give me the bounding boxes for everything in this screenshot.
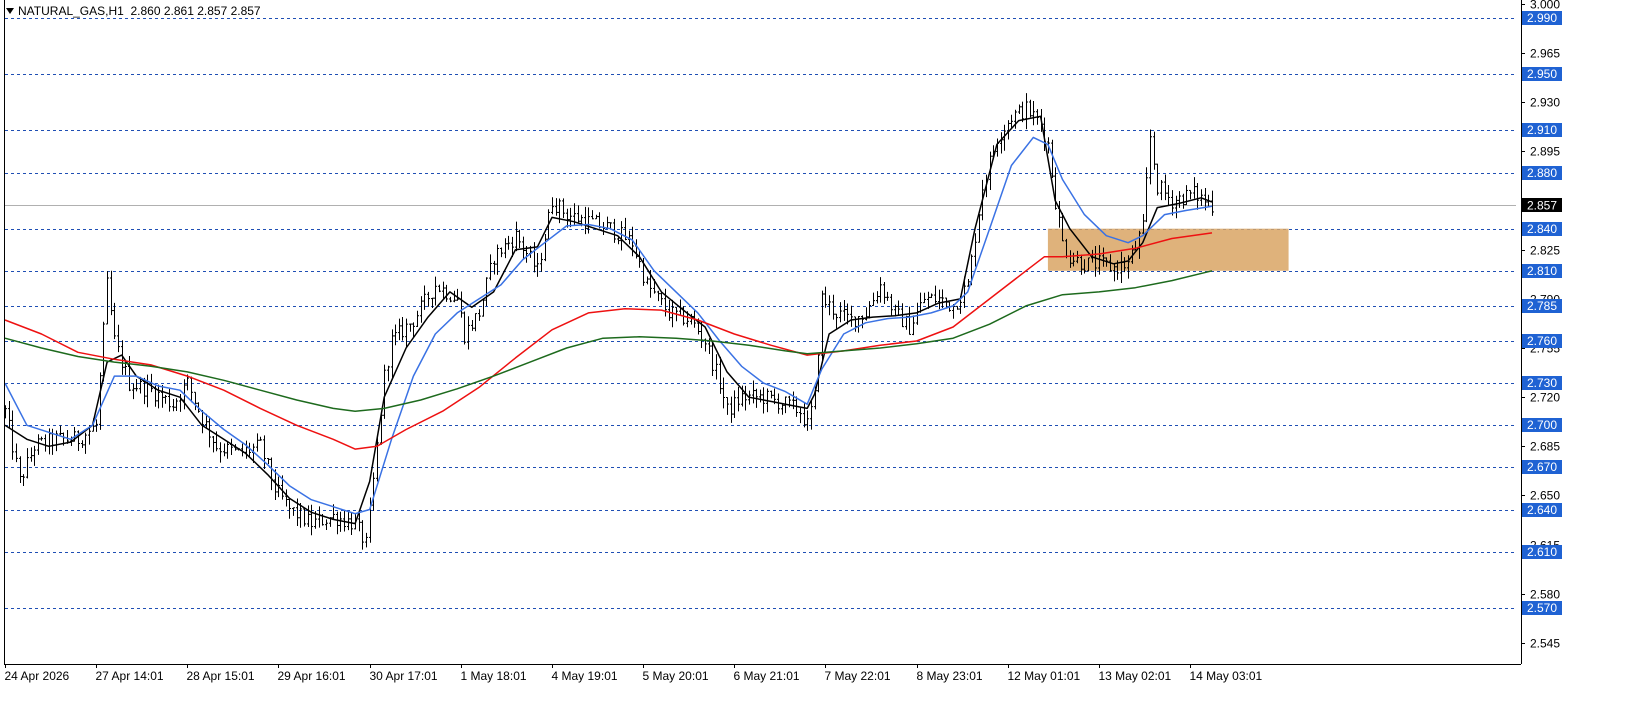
level-label: 2.640 (1522, 503, 1562, 517)
y-tick-label: 2.720 (1530, 391, 1560, 405)
svg-text:2.840: 2.840 (1527, 222, 1557, 236)
level-label: 2.910 (1522, 123, 1562, 137)
y-tick-label: 2.825 (1530, 244, 1560, 258)
svg-text:2.670: 2.670 (1527, 460, 1557, 474)
level-label: 2.950 (1522, 67, 1562, 81)
x-tick-label: 14 May 03:01 (1190, 669, 1263, 683)
x-tick-label: 8 May 23:01 (917, 669, 983, 683)
level-label: 2.700 (1522, 418, 1562, 432)
svg-text:2.700: 2.700 (1527, 418, 1557, 432)
level-label: 2.730 (1522, 376, 1562, 390)
current-price-label: 2.857 (1522, 198, 1562, 213)
x-tick-label: 27 Apr 14:01 (96, 669, 164, 683)
svg-text:2.810: 2.810 (1527, 264, 1557, 278)
current-price-tag: 2.857 (1522, 198, 1562, 213)
svg-text:2.760: 2.760 (1527, 334, 1557, 348)
level-label: 2.760 (1522, 334, 1562, 348)
svg-text:2.730: 2.730 (1527, 376, 1557, 390)
chart-header[interactable]: NATURAL_GAS,H1 2.860 2.861 2.857 2.857 (6, 4, 261, 18)
price-chart: 3.0002.9652.9302.8952.8252.7902.7552.720… (0, 0, 1641, 719)
y-tick-label: 2.650 (1530, 489, 1560, 503)
y-tick-label: 2.545 (1530, 637, 1560, 651)
svg-text:2.880: 2.880 (1527, 166, 1557, 180)
x-tick-label: 5 May 20:01 (643, 669, 709, 683)
y-tick-label: 2.685 (1530, 440, 1560, 454)
x-tick-label: 30 Apr 17:01 (370, 669, 438, 683)
level-label: 2.570 (1522, 601, 1562, 615)
symbol-label: NATURAL_GAS,H1 (18, 4, 124, 18)
x-tick-label: 1 May 18:01 (461, 669, 527, 683)
x-tick-label: 7 May 22:01 (825, 669, 891, 683)
level-label: 2.785 (1522, 299, 1562, 313)
svg-text:2.910: 2.910 (1527, 123, 1557, 137)
dropdown-triangle-icon[interactable] (6, 8, 14, 14)
level-label: 2.670 (1522, 460, 1562, 474)
svg-text:2.570: 2.570 (1527, 601, 1557, 615)
x-tick-label: 4 May 19:01 (552, 669, 618, 683)
x-tick-label: 24 Apr 2026 (5, 669, 70, 683)
chart-canvas: 3.0002.9652.9302.8952.8252.7902.7552.720… (0, 0, 1641, 719)
x-tick-label: 12 May 01:01 (1008, 669, 1081, 683)
level-label: 2.610 (1522, 545, 1562, 559)
svg-text:2.857: 2.857 (1527, 199, 1557, 213)
y-tick-label: 2.965 (1530, 47, 1560, 61)
x-tick-label: 29 Apr 16:01 (278, 669, 346, 683)
level-label: 2.990 (1522, 11, 1562, 25)
level-label: 2.840 (1522, 222, 1562, 236)
y-tick-label: 3.000 (1530, 0, 1560, 12)
y-tick-label: 2.580 (1530, 588, 1560, 602)
level-label: 2.880 (1522, 166, 1562, 180)
x-tick-label: 28 Apr 15:01 (187, 669, 255, 683)
chart-background (0, 0, 1641, 719)
x-tick-label: 6 May 21:01 (734, 669, 800, 683)
svg-text:2.785: 2.785 (1527, 299, 1557, 313)
level-label: 2.810 (1522, 264, 1562, 278)
y-tick-label: 2.895 (1530, 145, 1560, 159)
svg-text:2.950: 2.950 (1527, 67, 1557, 81)
svg-text:2.640: 2.640 (1527, 503, 1557, 517)
ohlc-values: 2.860 2.861 2.857 2.857 (130, 4, 261, 18)
y-tick-label: 2.930 (1530, 96, 1560, 110)
x-tick-label: 13 May 02:01 (1099, 669, 1172, 683)
svg-text:2.610: 2.610 (1527, 545, 1557, 559)
svg-text:2.990: 2.990 (1527, 11, 1557, 25)
